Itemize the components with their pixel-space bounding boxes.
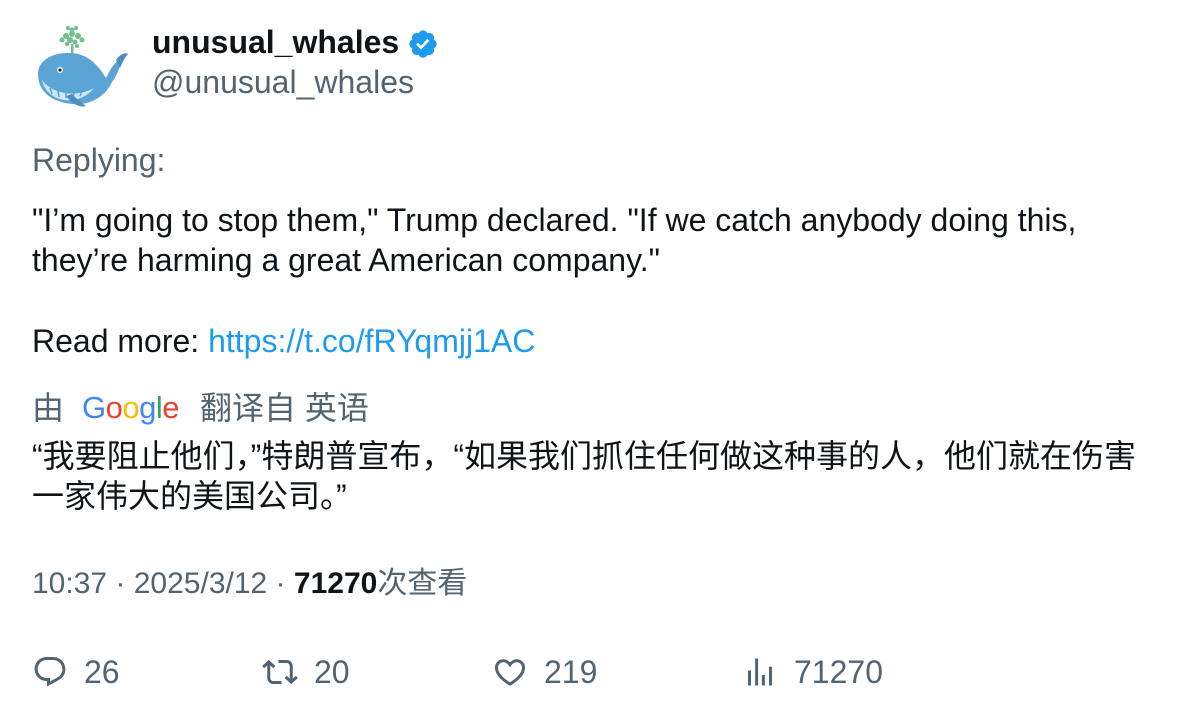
reply-icon xyxy=(34,657,66,687)
tweet-meta: 10:37 · 2025/3/12 · 71270次查看 xyxy=(32,564,467,604)
tweet-card: unusual_whales @unusual_whales Replying:… xyxy=(0,0,1196,718)
retweet-count: 20 xyxy=(314,654,350,690)
author-handle[interactable]: @unusual_whales xyxy=(152,62,414,102)
read-more-line: Read more: https://t.co/fRYqmjj1AC xyxy=(32,321,535,361)
whale-avatar[interactable] xyxy=(32,24,128,114)
action-bar: 26 20 219 71270 xyxy=(0,650,1196,694)
tweet-text-line-1: "I’m going to stop them," Trump declared… xyxy=(32,202,1077,238)
author-display-name[interactable]: unusual_whales xyxy=(152,22,399,62)
views-chart-icon xyxy=(748,658,772,686)
translated-text-line-1: “我要阻止他们，”特朗普宣布，“如果我们抓住任何做这种事的人，他们就在伤害 xyxy=(32,438,1136,474)
retweet-icon xyxy=(262,659,298,685)
svg-text:Google: Google xyxy=(82,390,179,425)
heart-icon xyxy=(494,659,526,686)
verified-badge-icon xyxy=(407,28,439,60)
views-count: 71270 xyxy=(794,654,883,690)
google-logo: Google xyxy=(82,390,180,425)
tweet-text-line-2: they’re harming a great American company… xyxy=(32,242,660,278)
translated-text: “我要阻止他们，”特朗普宣布，“如果我们抓住任何做这种事的人，他们就在伤害 一家… xyxy=(32,436,1172,516)
meta-separator-2: · xyxy=(267,567,294,600)
read-more-label: Read more: xyxy=(32,323,209,359)
meta-separator: · xyxy=(107,567,134,600)
like-count: 219 xyxy=(544,654,598,690)
tweet-link[interactable]: https://t.co/fRYqmjj1AC xyxy=(208,323,535,359)
replying-label: Replying: xyxy=(32,142,166,178)
tweet-time[interactable]: 10:37 xyxy=(32,567,107,600)
whale-avatar-icon xyxy=(38,26,128,107)
translation-from-label: 翻译自 英语 xyxy=(200,390,369,426)
tweet-views-count: 71270 xyxy=(293,567,378,600)
reply-count: 26 xyxy=(84,654,120,690)
translated-text-line-2: 一家伟大的美国公司。” xyxy=(32,478,347,514)
translation-by-label: 由 xyxy=(32,390,65,426)
tweet-views-label: 次查看 xyxy=(377,567,468,600)
tweet-date[interactable]: 2025/3/12 xyxy=(134,567,267,600)
tweet-text: "I’m going to stop them," Trump declared… xyxy=(32,200,1162,280)
